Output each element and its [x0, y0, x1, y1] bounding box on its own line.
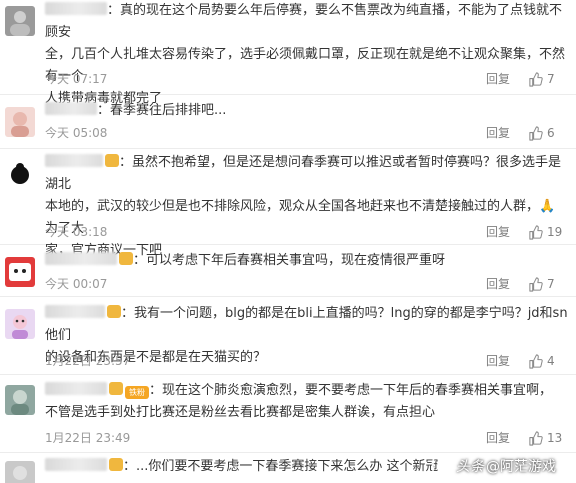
- like-button[interactable]: 6: [528, 124, 568, 142]
- like-button[interactable]: 4: [528, 352, 568, 370]
- username-link[interactable]: [45, 458, 107, 471]
- username-link[interactable]: [45, 2, 107, 15]
- avatar-image: [5, 461, 35, 483]
- comment-time: 今天 07:17: [45, 72, 108, 86]
- reply-button[interactable]: 回复: [486, 352, 510, 370]
- avatar-image: [5, 6, 35, 36]
- comment-line: 不管是选手到处打比赛还是粉丝去看比赛都是密集人群诶，有点担心: [45, 405, 436, 420]
- thumbs-up-icon: [529, 276, 543, 292]
- user-avatar[interactable]: [5, 107, 35, 137]
- comment-meta: 今天 03:18 回复 19: [45, 223, 568, 241]
- reply-button[interactable]: 回复: [486, 223, 510, 241]
- like-count: 19: [547, 225, 563, 239]
- like-count: 6: [547, 126, 555, 140]
- comment-time: 今天 03:18: [45, 225, 108, 239]
- watermark-platform: 头条: [456, 459, 484, 475]
- user-avatar[interactable]: [5, 6, 35, 36]
- user-avatar[interactable]: [5, 159, 35, 189]
- comment-text: 铁粉 ：现在这个肺炎愈演愈烈，要不要考虑一下年后的春季赛相关事宜啊， 不管是选手到…: [45, 380, 568, 424]
- vip-badge-icon: [107, 305, 121, 318]
- comment-line: ：虽然不抱希望，但是还是想问春季赛可以推迟或者暂时停赛吗？很多选手是湖北: [45, 155, 562, 192]
- like-count: 7: [547, 72, 555, 86]
- comment-actions: 回复 4: [486, 352, 568, 370]
- like-count: 13: [547, 431, 563, 445]
- comment-actions: 回复 7: [486, 70, 568, 88]
- reply-button[interactable]: 回复: [486, 275, 510, 293]
- vip-badge-icon: [119, 252, 133, 265]
- comment-time: 今天 00:07: [45, 277, 108, 291]
- comment-text: ：真的现在这个局势要么年后停赛，要么不售票改为纯直播，不能为了点钱就不顾安 全，…: [45, 0, 568, 110]
- like-button[interactable]: 19: [528, 223, 568, 241]
- username-link[interactable]: [45, 382, 107, 395]
- watermark: 头条 @阿茫游戏: [432, 455, 556, 477]
- comment-meta: 今天 05:08 回复 6: [45, 124, 568, 142]
- username-link[interactable]: [45, 154, 103, 167]
- avatar-image: [5, 107, 35, 137]
- like-count: 4: [547, 354, 555, 368]
- like-button[interactable]: 7: [528, 275, 568, 293]
- comment-text: ：可以考虑下年后春赛相关事宜吗，现在疫情很严重呀: [45, 250, 568, 272]
- comment-item: ：可以考虑下年后春赛相关事宜吗，现在疫情很严重呀 今天 00:07 回复 7: [0, 245, 576, 297]
- comment-actions: 回复 19: [486, 223, 568, 241]
- avatar-image: [5, 159, 35, 189]
- thumbs-up-icon: [529, 353, 543, 369]
- comment-meta: 今天 07:17 回复 7: [45, 70, 568, 88]
- like-button[interactable]: 7: [528, 70, 568, 88]
- pray-hands-emoji: 🙏: [539, 199, 556, 214]
- user-avatar[interactable]: [5, 461, 35, 483]
- thumbs-up-icon: [529, 430, 543, 446]
- comment-item: ：春季赛往后排排吧... 今天 05:08 回复 6: [0, 95, 576, 149]
- comment-actions: 回复 13: [486, 429, 568, 447]
- vip-badge-icon: [109, 458, 123, 471]
- like-count: 7: [547, 277, 555, 291]
- comment-time: 1月22日 23:49: [45, 431, 131, 445]
- comment-line: ：春季赛往后排排吧...: [97, 103, 227, 118]
- vip-badge-icon: [109, 382, 123, 395]
- comment-line: ：现在这个肺炎愈演愈烈，要不要考虑一下年后的春季赛相关事宜啊，: [149, 383, 553, 398]
- fan-badge-icon: 铁粉: [125, 386, 149, 399]
- avatar-image: [5, 385, 35, 415]
- reply-button[interactable]: 回复: [486, 124, 510, 142]
- reply-button[interactable]: 回复: [486, 70, 510, 88]
- comment-feed: ：真的现在这个局势要么年后停赛，要么不售票改为纯直播，不能为了点钱就不顾安 全，…: [0, 0, 576, 483]
- comment-line: ：...你们要不要考虑一下春季赛接下来怎么办 这个新冠: [123, 459, 439, 474]
- user-avatar[interactable]: [5, 385, 35, 415]
- thumbs-up-icon: [529, 71, 543, 87]
- comment-meta: 1月22日 23:49 回复 13: [45, 429, 568, 447]
- comment-actions: 回复 7: [486, 275, 568, 293]
- comment-time: 1月22日 23:57: [45, 354, 131, 368]
- comment-item: ：真的现在这个局势要么年后停赛，要么不售票改为纯直播，不能为了点钱就不顾安 全，…: [0, 0, 576, 106]
- user-avatar[interactable]: [5, 257, 35, 287]
- user-avatar[interactable]: [5, 309, 35, 339]
- comment-line: ：可以考虑下年后春赛相关事宜吗，现在疫情很严重呀: [133, 253, 446, 268]
- comment-item: 铁粉 ：现在这个肺炎愈演愈烈，要不要考虑一下年后的春季赛相关事宜啊， 不管是选手到…: [0, 375, 576, 453]
- avatar-image: [5, 309, 35, 339]
- reply-button[interactable]: 回复: [486, 429, 510, 447]
- comment-line: 本地的，武汉的较少但是也不排除风险，观众从全国各地赶来也不清楚接触过的人群，: [45, 199, 540, 214]
- username-link[interactable]: [45, 305, 105, 318]
- comment-line: ：真的现在这个局势要么年后停赛，要么不售票改为纯直播，不能为了点钱就不顾安: [45, 3, 563, 40]
- comment-time: 今天 05:08: [45, 126, 108, 140]
- comment-text: ：春季赛往后排排吧...: [45, 100, 568, 122]
- username-link[interactable]: [45, 102, 97, 115]
- comment-meta: 1月22日 23:57 回复 4: [45, 352, 568, 370]
- avatar-image: [5, 257, 35, 287]
- toutiao-logo-icon: [432, 457, 452, 475]
- comment-line: ：我有一个问题，blg的都是在bli上直播的吗？lng的穿的都是李宁吗？jd和s…: [45, 306, 568, 343]
- thumbs-up-icon: [529, 224, 543, 240]
- comment-actions: 回复 6: [486, 124, 568, 142]
- comment-meta: 今天 00:07 回复 7: [45, 275, 568, 293]
- comment-item: ：我有一个问题，blg的都是在bli上直播的吗？lng的穿的都是李宁吗？jd和s…: [0, 297, 576, 375]
- watermark-account: @阿茫游戏: [486, 459, 556, 475]
- comment-item: ：虽然不抱希望，但是还是想问春季赛可以推迟或者暂时停赛吗？很多选手是湖北 本地的…: [0, 149, 576, 258]
- like-button[interactable]: 13: [528, 429, 568, 447]
- username-link[interactable]: [45, 252, 117, 265]
- thumbs-up-icon: [529, 125, 543, 141]
- vip-badge-icon: [105, 154, 119, 167]
